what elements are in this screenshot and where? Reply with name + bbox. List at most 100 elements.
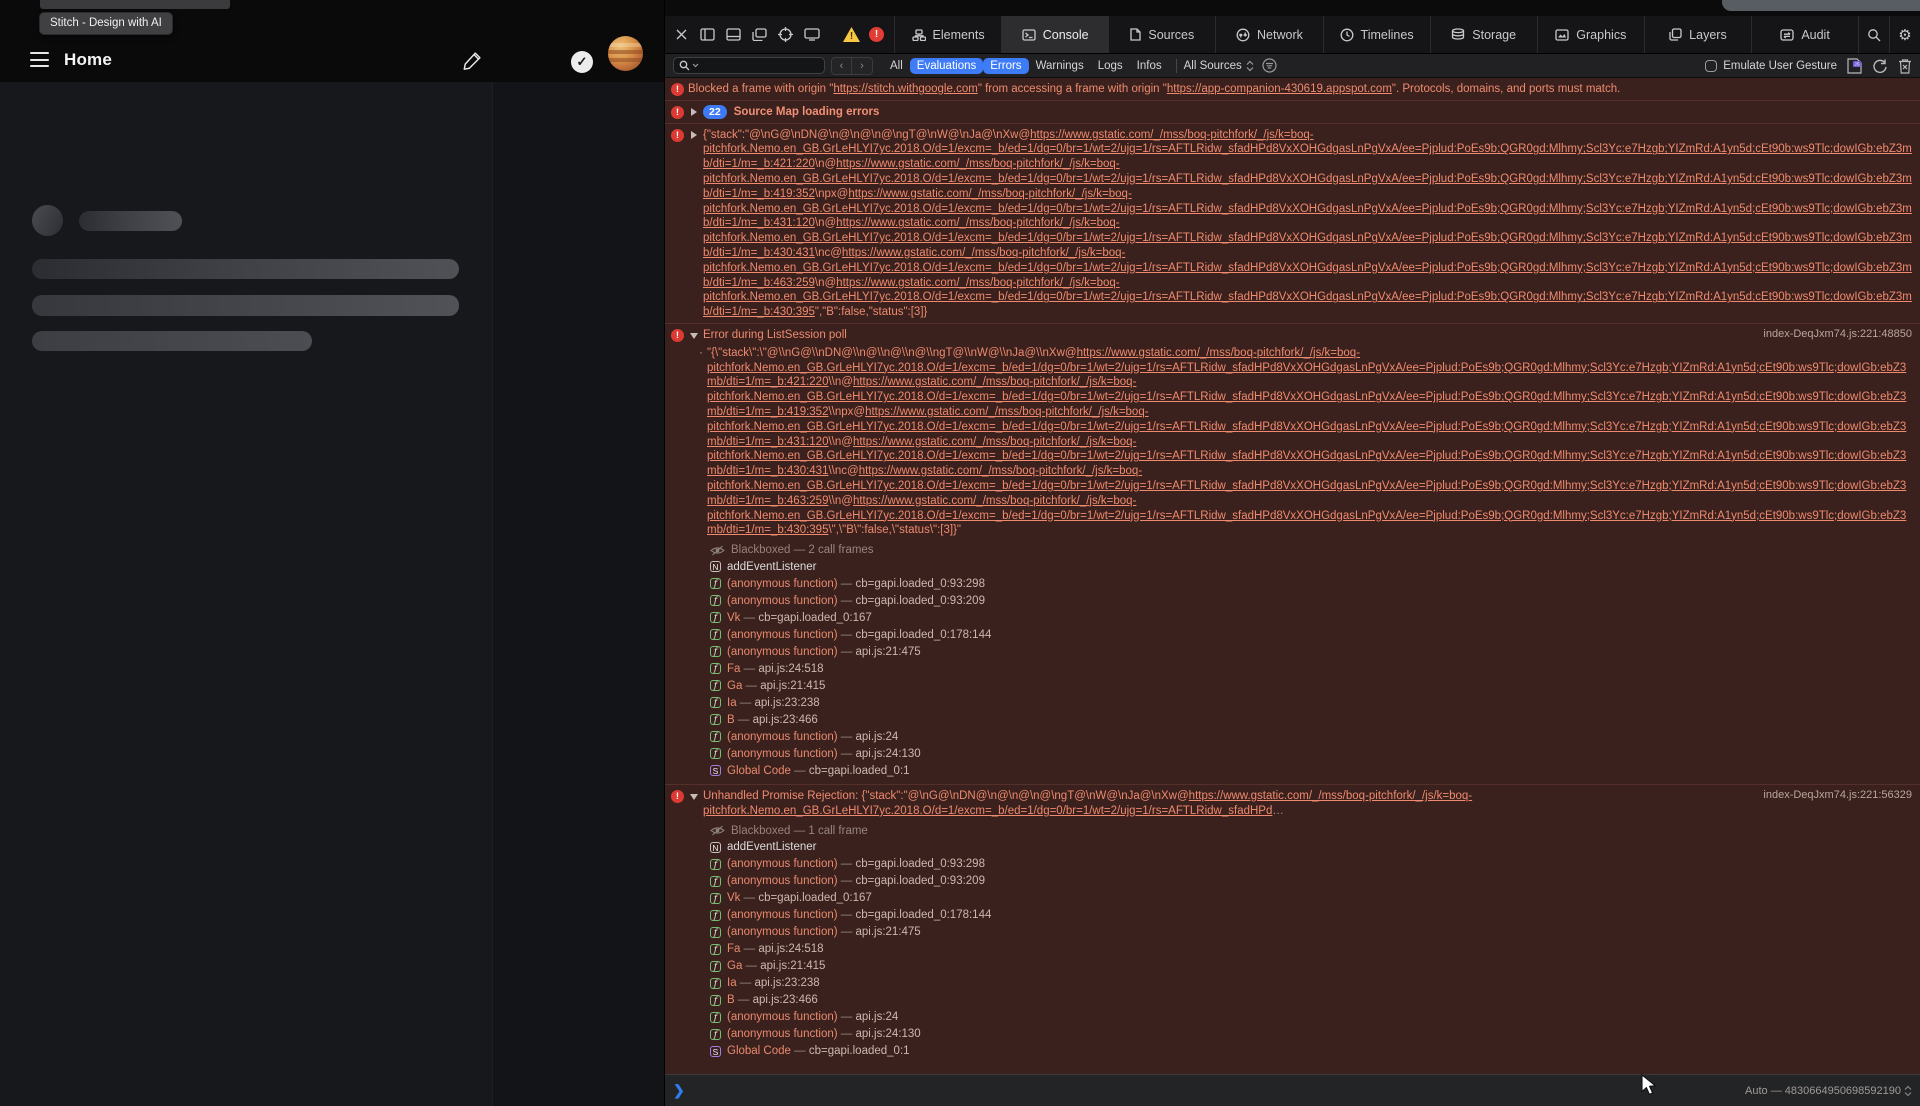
stack-frame-row[interactable]: f(anonymous function) — api.js:21:475 bbox=[710, 924, 1912, 941]
frame-source-location: api.js:24:130 bbox=[855, 1028, 920, 1040]
settings-gear-icon[interactable]: ⚙ bbox=[1889, 16, 1920, 53]
stack-frame-row[interactable]: f(anonymous function) — cb=gapi.loaded_0… bbox=[710, 626, 1912, 643]
stack-frame-row[interactable]: f(anonymous function) — api.js:21:475 bbox=[710, 643, 1912, 660]
filter-logs[interactable]: Logs bbox=[1091, 58, 1130, 74]
inspect-element-icon[interactable] bbox=[777, 26, 794, 43]
frame-type-badge: f bbox=[710, 927, 721, 938]
filter-lines-icon[interactable] bbox=[1262, 58, 1277, 73]
stack-frame-row[interactable]: SGlobal Code — cb=gapi.loaded_0:1 bbox=[710, 762, 1912, 779]
tab-graphics[interactable]: Graphics bbox=[1537, 16, 1644, 53]
emulate-user-gesture-checkbox[interactable]: Emulate User Gesture bbox=[1705, 60, 1837, 72]
errors-icon[interactable]: ! bbox=[869, 27, 884, 42]
all-sources-select[interactable]: All Sources bbox=[1184, 60, 1254, 72]
stack-frame-row[interactable]: f(anonymous function) — api.js:24:130 bbox=[710, 1026, 1912, 1043]
frame-type-badge: f bbox=[710, 1029, 721, 1040]
find-previous-button[interactable]: ‹ bbox=[831, 57, 852, 75]
stack-frame-row[interactable]: fIa — api.js:23:238 bbox=[710, 975, 1912, 992]
console-error-stack-collapsed[interactable]: ! {"stack":"@\nG@\nDN@\n@\n@\n@\ngT@\nW@… bbox=[665, 124, 1920, 324]
tab-storage[interactable]: Storage bbox=[1430, 16, 1537, 53]
device-icon[interactable] bbox=[803, 26, 820, 43]
disclosure-collapsed-icon[interactable] bbox=[691, 108, 697, 116]
filter-errors[interactable]: Errors bbox=[983, 58, 1028, 74]
console-error-sourcemap-group[interactable]: ! 22 Source Map loading errors bbox=[665, 101, 1920, 124]
skeleton-bar bbox=[32, 331, 312, 351]
frame-type-badge: S bbox=[710, 1046, 721, 1057]
tab-audit[interactable]: Audit bbox=[1751, 16, 1858, 53]
frame-type-badge: f bbox=[710, 680, 721, 691]
listsession-header[interactable]: ! Error during ListSession poll index-De… bbox=[665, 324, 1920, 346]
skeleton-avatar bbox=[32, 205, 63, 236]
search-icon bbox=[679, 60, 690, 71]
window-controls: ! bbox=[665, 16, 894, 53]
stack-frame-row[interactable]: fGa — api.js:21:415 bbox=[710, 677, 1912, 694]
stack-frame-row[interactable]: f(anonymous function) — cb=gapi.loaded_0… bbox=[710, 907, 1912, 924]
dock-side-icon[interactable] bbox=[699, 26, 716, 43]
error-icon: ! bbox=[671, 106, 684, 119]
reload-icon[interactable] bbox=[1872, 58, 1888, 74]
stack-frame-row[interactable]: fB — api.js:23:466 bbox=[710, 711, 1912, 728]
close-icon[interactable] bbox=[673, 26, 690, 43]
unhandled-header[interactable]: ! Unhandled Promise Rejection: {"stack":… bbox=[665, 785, 1920, 822]
inspector-search-icon[interactable] bbox=[1858, 16, 1889, 53]
clear-console-trash-icon[interactable] bbox=[1898, 58, 1912, 74]
tab-layers[interactable]: Layers bbox=[1644, 16, 1751, 53]
check-badge-icon[interactable]: ✓ bbox=[571, 51, 593, 73]
stack-frame-row[interactable]: f(anonymous function) — api.js:24 bbox=[710, 728, 1912, 745]
stack-frame-row[interactable]: NaddEventListener bbox=[710, 839, 1912, 856]
stack-frame-row[interactable]: fB — api.js:23:466 bbox=[710, 992, 1912, 1009]
source-location[interactable]: index-DeqJxm74.js:221:56329 bbox=[1763, 789, 1912, 801]
console-search-input[interactable] bbox=[673, 57, 825, 74]
source-location[interactable]: index-DeqJxm74.js:221:48850 bbox=[1763, 328, 1912, 340]
warnings-icon[interactable] bbox=[843, 27, 860, 42]
disclosure-expanded-icon[interactable] bbox=[690, 794, 698, 800]
avatar[interactable] bbox=[608, 36, 643, 71]
js-document-icon[interactable]: JS bbox=[1847, 58, 1862, 74]
stack-frame-row[interactable]: fIa — api.js:23:238 bbox=[710, 694, 1912, 711]
frame-source-location: api.js:23:466 bbox=[753, 994, 818, 1006]
auto-status-label[interactable]: Auto — 4830664950698592190 bbox=[1745, 1085, 1912, 1097]
disclosure-collapsed-icon[interactable] bbox=[691, 131, 697, 139]
find-next-button[interactable]: › bbox=[852, 57, 873, 75]
stack-frame-row[interactable]: f(anonymous function) — api.js:24:130 bbox=[710, 745, 1912, 762]
edit-pencil-icon[interactable] bbox=[462, 49, 484, 71]
filter-all[interactable]: All bbox=[883, 58, 910, 74]
frame-source-location: api.js:21:475 bbox=[855, 926, 920, 938]
tab-console[interactable]: Console bbox=[1001, 16, 1108, 53]
tab-network[interactable]: Network bbox=[1215, 16, 1322, 53]
stack-frame-row[interactable]: f(anonymous function) — cb=gapi.loaded_0… bbox=[710, 575, 1912, 592]
stack-frame-row[interactable]: fFa — api.js:24:518 bbox=[710, 660, 1912, 677]
browser-tab-sliver bbox=[40, 0, 230, 9]
error-count-badge: 22 bbox=[703, 105, 727, 119]
console-prompt[interactable]: ❯ Auto — 4830664950698592190 bbox=[665, 1074, 1920, 1106]
search-scope-chevron-icon bbox=[692, 63, 699, 68]
stack-frame-row[interactable]: f(anonymous function) — api.js:24 bbox=[710, 1009, 1912, 1026]
stack-frame-row[interactable]: f(anonymous function) — cb=gapi.loaded_0… bbox=[710, 873, 1912, 890]
separate-window-icon[interactable] bbox=[751, 26, 768, 43]
filter-warnings[interactable]: Warnings bbox=[1029, 58, 1091, 74]
filter-infos[interactable]: Infos bbox=[1130, 58, 1169, 74]
stack-frame-row[interactable]: SGlobal Code — cb=gapi.loaded_0:1 bbox=[710, 1043, 1912, 1060]
blackboxed-row[interactable]: Blackboxed — 1 call frame bbox=[710, 823, 1912, 839]
hamburger-menu-icon[interactable] bbox=[30, 52, 49, 67]
disclosure-expanded-icon[interactable] bbox=[690, 333, 698, 339]
frame-type-badge: f bbox=[710, 910, 721, 921]
stack-frame-row[interactable]: fVk — cb=gapi.loaded_0:167 bbox=[710, 890, 1912, 907]
tab-elements[interactable]: Elements bbox=[894, 16, 1001, 53]
listsession-stack-row: · "{\"stack\":\"@\\nG@\\nDN@\\n@\\n@\\n@… bbox=[665, 346, 1920, 541]
frame-source-location: cb=gapi.loaded_0:93:209 bbox=[855, 875, 985, 887]
stack-frame-row[interactable]: f(anonymous function) — cb=gapi.loaded_0… bbox=[710, 856, 1912, 873]
blackboxed-row[interactable]: Blackboxed — 2 call frames bbox=[710, 542, 1912, 558]
tab-timelines[interactable]: Timelines bbox=[1323, 16, 1430, 53]
stack-frame-row[interactable]: NaddEventListener bbox=[710, 558, 1912, 575]
stack-frame-row[interactable]: fFa — api.js:24:518 bbox=[710, 941, 1912, 958]
dock-bottom-icon[interactable] bbox=[725, 26, 742, 43]
error-message: Error during ListSession poll bbox=[703, 328, 1912, 343]
tab-sources[interactable]: Sources bbox=[1108, 16, 1215, 53]
stack-frame-row[interactable]: fVk — cb=gapi.loaded_0:167 bbox=[710, 609, 1912, 626]
stack-frame-row[interactable]: f(anonymous function) — cb=gapi.loaded_0… bbox=[710, 592, 1912, 609]
stack-frame-row[interactable]: fGa — api.js:21:415 bbox=[710, 958, 1912, 975]
console-error-blocked-frame[interactable]: ! Blocked a frame with origin "https://s… bbox=[665, 78, 1920, 101]
frame-type-badge: f bbox=[710, 893, 721, 904]
mouse-cursor bbox=[1640, 1074, 1660, 1096]
filter-evaluations[interactable]: Evaluations bbox=[910, 58, 983, 74]
